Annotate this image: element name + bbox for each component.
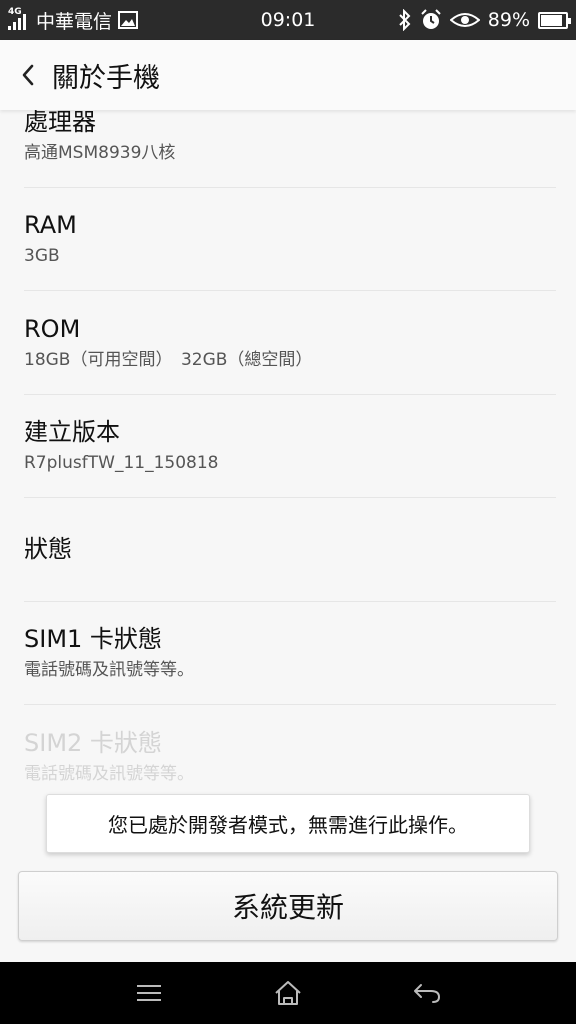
item-subtitle: 18GB（可用空間） 32GB（總空間） <box>24 349 313 370</box>
signal-icon: 4G <box>8 7 30 31</box>
battery-percent: 89% <box>487 9 530 31</box>
battery-icon <box>538 11 571 29</box>
app-header: 關於手機 <box>0 40 576 110</box>
navigation-bar <box>0 962 576 1024</box>
list-item-sim2-status: SIM2 卡狀態 電話號碼及訊號等等。 <box>24 705 556 809</box>
item-title: SIM2 卡狀態 <box>24 729 162 758</box>
back-nav-button[interactable] <box>397 963 457 1023</box>
list-item-rom[interactable]: ROM 18GB（可用空間） 32GB（總空間） <box>24 291 556 395</box>
list-item-sim1-status[interactable]: SIM1 卡狀態 電話號碼及訊號等等。 <box>24 602 556 705</box>
bluetooth-icon <box>399 9 411 31</box>
back-icon <box>413 984 440 1003</box>
image-icon <box>118 11 139 29</box>
item-subtitle: 電話號碼及訊號等等。 <box>24 660 194 681</box>
item-subtitle: R7plusfTW_11_150818 <box>24 453 219 474</box>
alarm-icon <box>421 9 441 29</box>
item-subtitle: 3GB <box>24 246 60 267</box>
list-item-processor[interactable]: 處理器 高通MSM8939八核 <box>24 110 556 188</box>
system-update-button[interactable]: 系統更新 <box>18 871 558 941</box>
back-button[interactable] <box>2 40 54 110</box>
status-right: 89% <box>398 9 571 31</box>
status-bar: 4G 中華電信 09:01 89% <box>0 0 576 40</box>
menu-icon <box>137 985 162 1001</box>
item-title: RAM <box>24 211 77 240</box>
settings-list[interactable]: 處理器 高通MSM8939八核 RAM 3GB ROM 18GB（可用空間） 3… <box>0 110 576 870</box>
chevron-left-icon <box>22 64 34 86</box>
page-title: 關於手機 <box>52 62 160 94</box>
item-title: ROM <box>24 314 81 343</box>
item-title: SIM1 卡狀態 <box>24 625 162 654</box>
carrier-name: 中華電信 <box>36 10 113 33</box>
toast-message: 您已處於開發者模式，無需進行此操作。 <box>46 794 530 853</box>
home-icon <box>275 981 301 1005</box>
item-subtitle: 高通MSM8939八核 <box>24 142 176 163</box>
item-subtitle: 電話號碼及訊號等等。 <box>24 764 194 785</box>
list-item-ram[interactable]: RAM 3GB <box>24 188 556 291</box>
menu-button[interactable] <box>119 963 179 1023</box>
list-item-build-number[interactable]: 建立版本 R7plusfTW_11_150818 <box>24 395 556 498</box>
item-title: 處理器 <box>24 110 96 136</box>
item-title: 建立版本 <box>24 418 120 447</box>
status-left: 4G 中華電信 <box>8 7 139 34</box>
item-title: 狀態 <box>24 535 72 564</box>
eye-icon <box>449 13 480 27</box>
list-item-status[interactable]: 狀態 <box>24 498 556 602</box>
home-button[interactable] <box>258 963 318 1023</box>
